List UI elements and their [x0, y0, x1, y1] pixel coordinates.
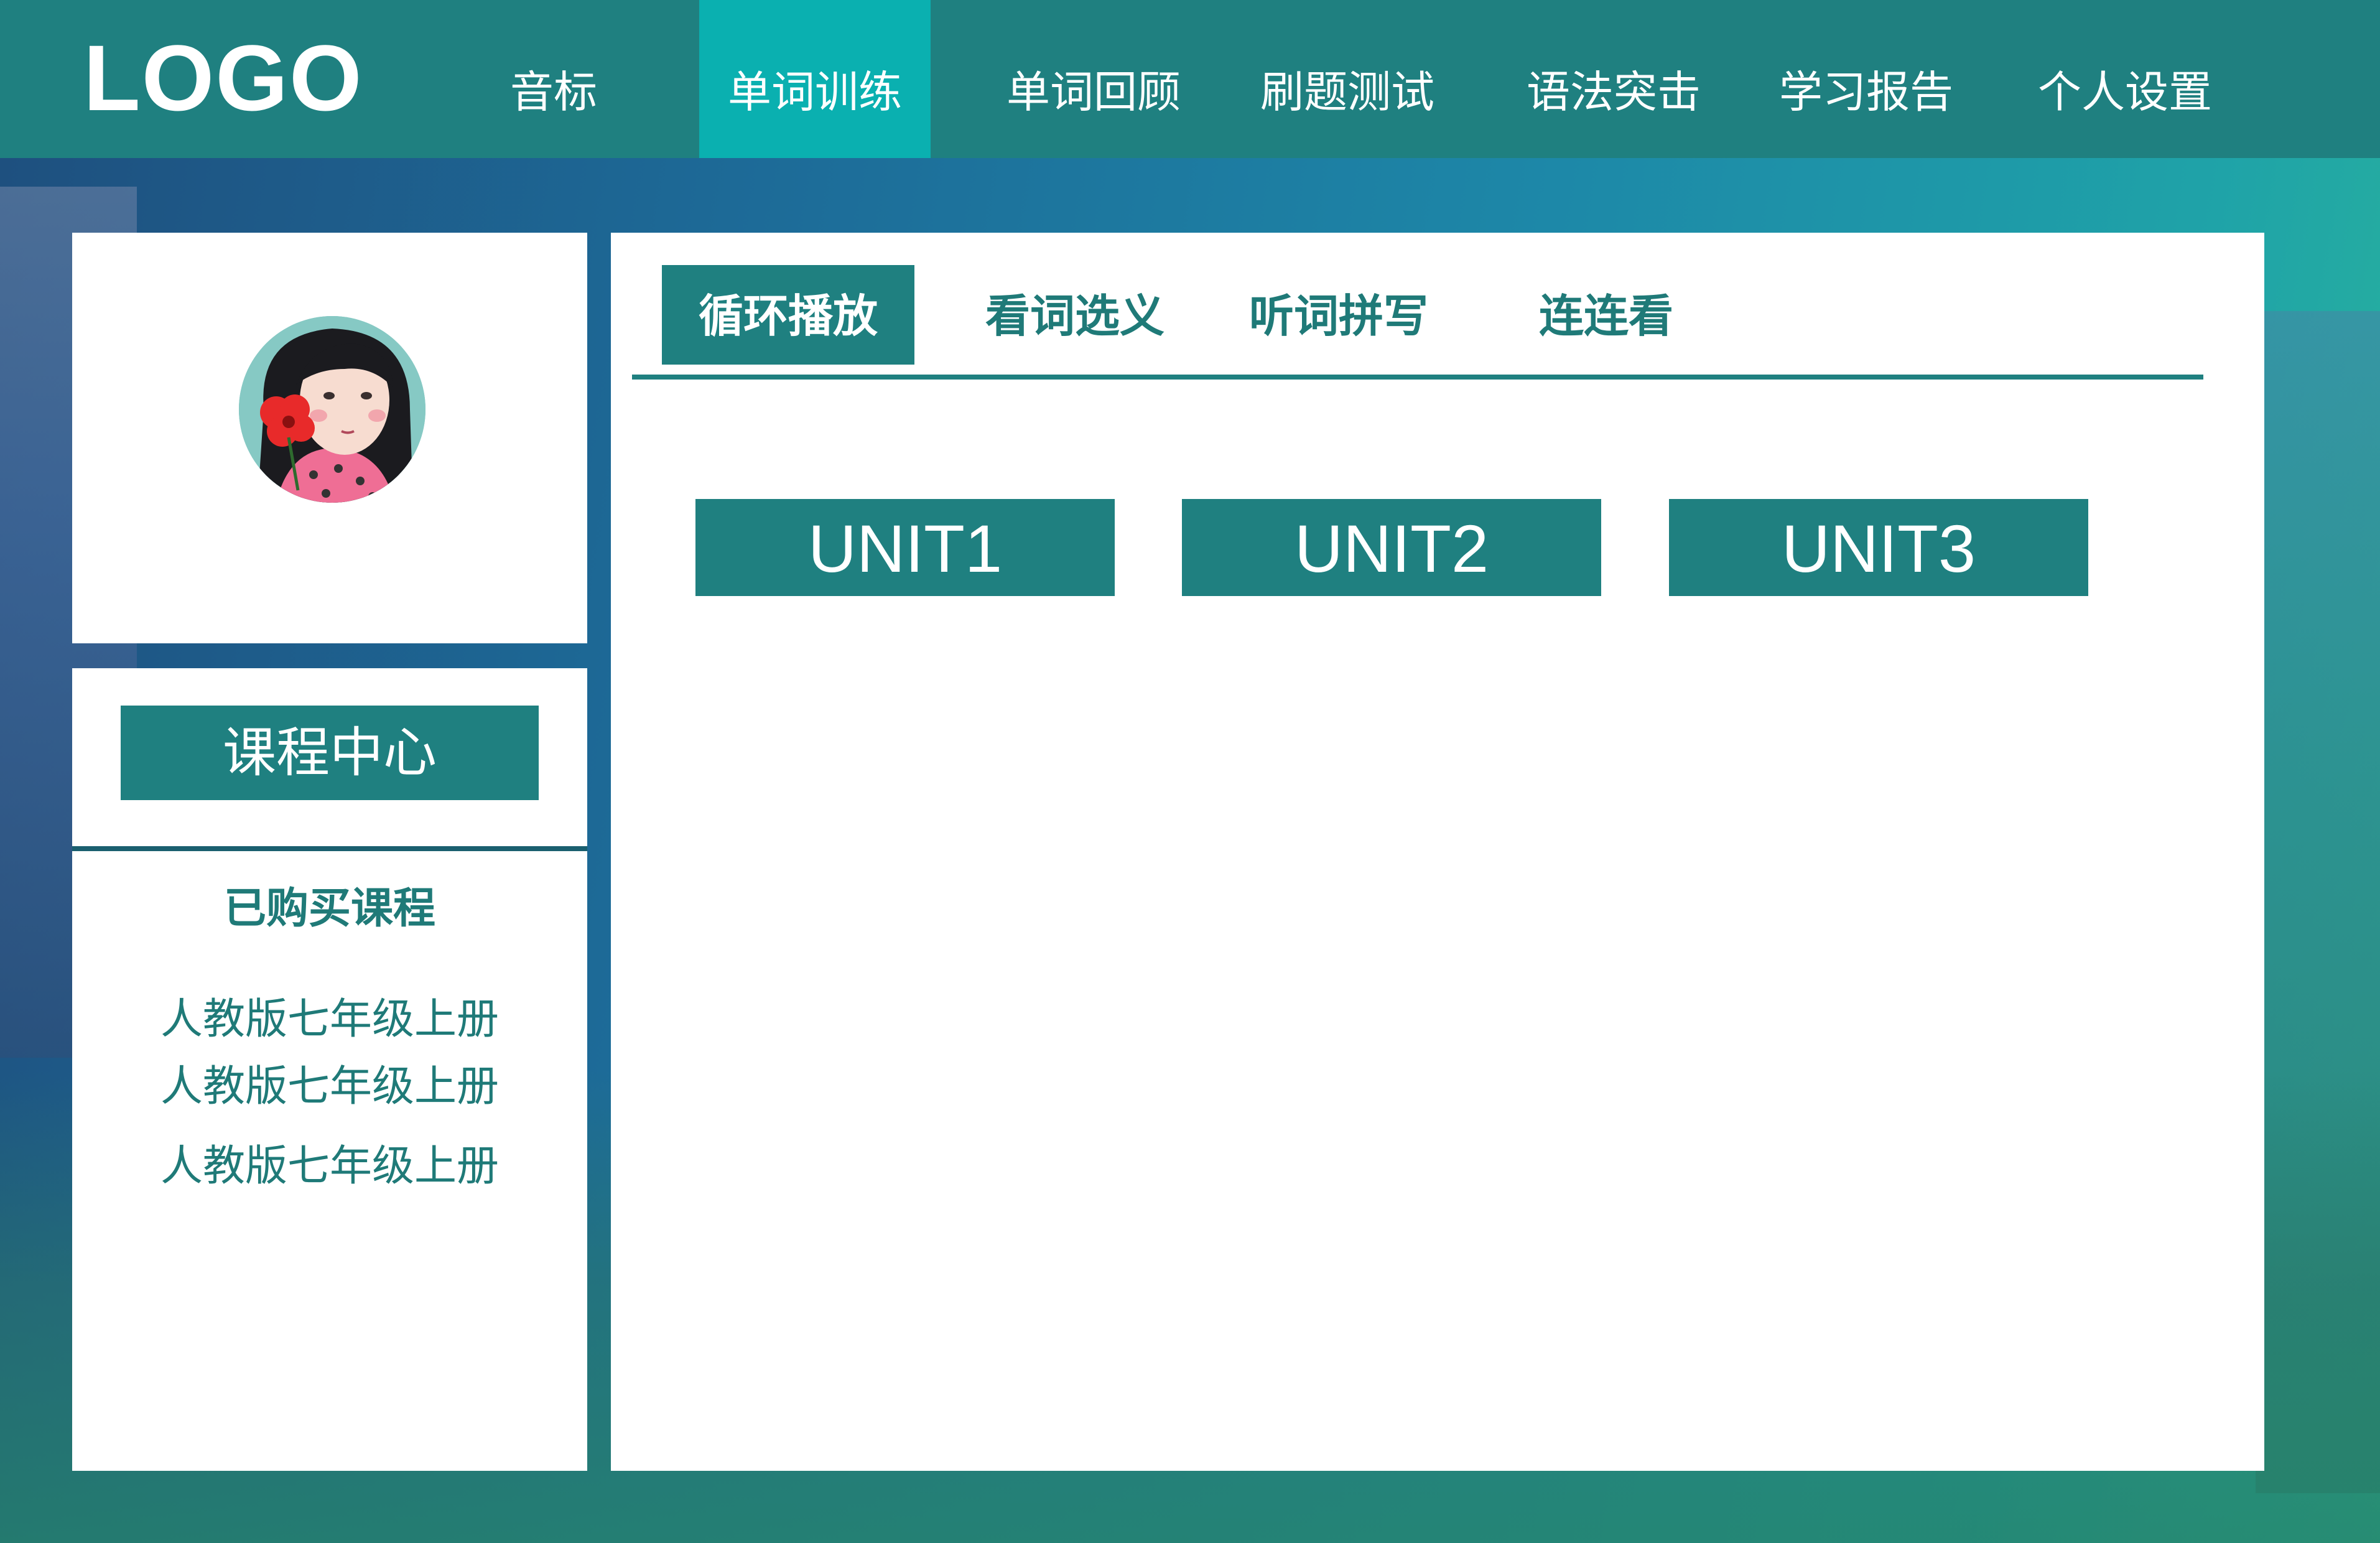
course-item[interactable]: 人教版七年级上册	[72, 984, 587, 1046]
nav-item-personal-settings[interactable]: 个人设置	[2015, 0, 2234, 158]
nav-item-word-review[interactable]: 单词回顾	[984, 0, 1203, 158]
avatar[interactable]	[239, 316, 425, 503]
profile-panel	[72, 233, 587, 643]
course-divider	[72, 846, 587, 851]
nav-item-word-training[interactable]: 单词训练	[699, 0, 931, 158]
unit-button-1[interactable]: UNIT1	[695, 499, 1115, 596]
avatar-illustration	[239, 316, 425, 503]
nav-item-phonetics[interactable]: 音标	[479, 0, 628, 158]
purchased-courses-title: 已购买课程	[223, 884, 435, 933]
course-item[interactable]: 人教版七年级上册	[72, 1131, 587, 1193]
logo[interactable]: LOGO	[83, 25, 363, 131]
course-panel: 课程中心 已购买课程 人教版七年级上册 人教版七年级上册 人教版七年级上册	[72, 668, 587, 1471]
tab-match-game[interactable]: 连连看	[1500, 265, 1712, 365]
tab-loop-play[interactable]: 循环播放	[662, 265, 914, 365]
tab-underline	[632, 375, 2203, 380]
unit-button-3[interactable]: UNIT3	[1669, 499, 2088, 596]
tab-listen-spell[interactable]: 听词拼写	[1220, 265, 1457, 365]
top-navigation-bar: LOGO 音标 单词训练 单词回顾 刷题测试 语法突击 学习报告 个人设置	[0, 0, 2380, 158]
tab-word-meaning[interactable]: 看词选义	[957, 265, 1193, 365]
course-item[interactable]: 人教版七年级上册	[72, 1051, 587, 1113]
main-content-panel: 循环播放 看词选义 听词拼写 连连看 UNIT1 UNIT2 UNIT3	[611, 233, 2264, 1471]
nav-item-practice-test[interactable]: 刷题测试	[1238, 0, 1457, 158]
nav-item-study-report[interactable]: 学习报告	[1757, 0, 1976, 158]
nav-item-grammar[interactable]: 语法突击	[1504, 0, 1723, 158]
course-center-button[interactable]: 课程中心	[121, 706, 539, 800]
unit-button-2[interactable]: UNIT2	[1182, 499, 1601, 596]
